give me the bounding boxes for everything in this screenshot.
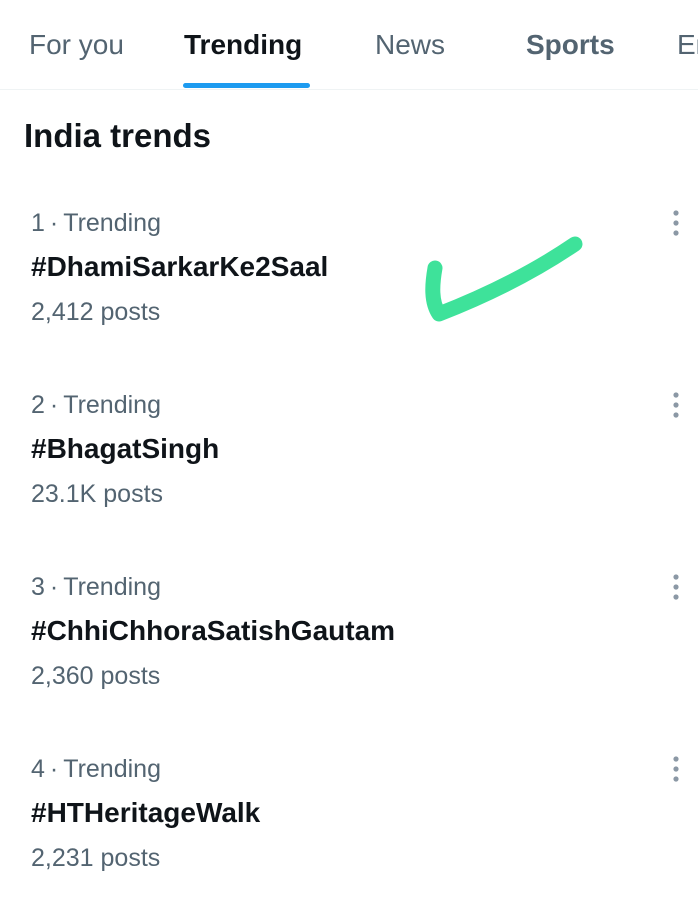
trend-name[interactable]: #BhagatSingh: [31, 432, 219, 466]
active-tab-indicator: [183, 83, 310, 88]
trend-meta: 1 · Trending: [31, 208, 161, 238]
more-options-button[interactable]: [664, 754, 688, 788]
trend-meta: 4 · Trending: [31, 754, 161, 784]
trend-category: Trending: [63, 391, 161, 419]
trend-category: Trending: [63, 209, 161, 237]
trend-name[interactable]: #HTHeritageWalk: [31, 796, 260, 830]
trend-rank: 2: [31, 391, 45, 419]
trend-name[interactable]: #ChhiChhoraSatishGautam: [31, 614, 395, 648]
tab-news[interactable]: News: [375, 28, 445, 62]
section-title: India trends: [24, 117, 212, 154]
checkmark-icon: [425, 236, 583, 322]
trend-post-count: 2,412 posts: [31, 298, 161, 326]
more-options-button[interactable]: [664, 390, 688, 424]
trend-rank: 3: [31, 573, 45, 601]
trend-category: Trending: [63, 755, 161, 783]
trend-rank: 1: [31, 209, 45, 237]
more-vertical-icon: [673, 210, 679, 236]
more-vertical-icon: [673, 574, 679, 600]
more-vertical-icon: [673, 756, 679, 782]
trend-name[interactable]: #DhamiSarkarKe2Saal: [31, 250, 328, 284]
trend-post-count: 23.1K posts: [31, 480, 164, 508]
tab-bar: For you Trending News Sports En: [0, 0, 698, 90]
trend-post-count: 2,231 posts: [31, 844, 161, 872]
trend-separator: ·: [49, 755, 59, 783]
trend-item[interactable]: 4 · Trending #HTHeritageWalk 2,231 posts: [0, 754, 698, 904]
trend-separator: ·: [49, 391, 59, 419]
trend-separator: ·: [49, 209, 59, 237]
trend-rank: 4: [31, 755, 45, 783]
tab-for-you[interactable]: For you: [29, 28, 124, 62]
trend-post-count: 2,360 posts: [31, 662, 161, 690]
tab-sports[interactable]: Sports: [526, 28, 615, 62]
trend-meta: 2 · Trending: [31, 390, 161, 420]
trend-item[interactable]: 2 · Trending #BhagatSingh 23.1K posts: [0, 390, 698, 540]
trend-meta: 3 · Trending: [31, 572, 161, 602]
trend-item[interactable]: 3 · Trending #ChhiChhoraSatishGautam 2,360…: [0, 572, 698, 722]
trend-separator: ·: [49, 573, 59, 601]
more-options-button[interactable]: [664, 208, 688, 242]
more-options-button[interactable]: [664, 572, 688, 606]
trend-category: Trending: [63, 573, 161, 601]
more-vertical-icon: [673, 392, 679, 418]
trend-item[interactable]: 1 · Trending #DhamiSarkarKe2Saal 2,412 pos…: [0, 208, 698, 358]
tab-entertainment[interactable]: En: [677, 28, 698, 62]
tab-trending[interactable]: Trending: [184, 28, 302, 62]
